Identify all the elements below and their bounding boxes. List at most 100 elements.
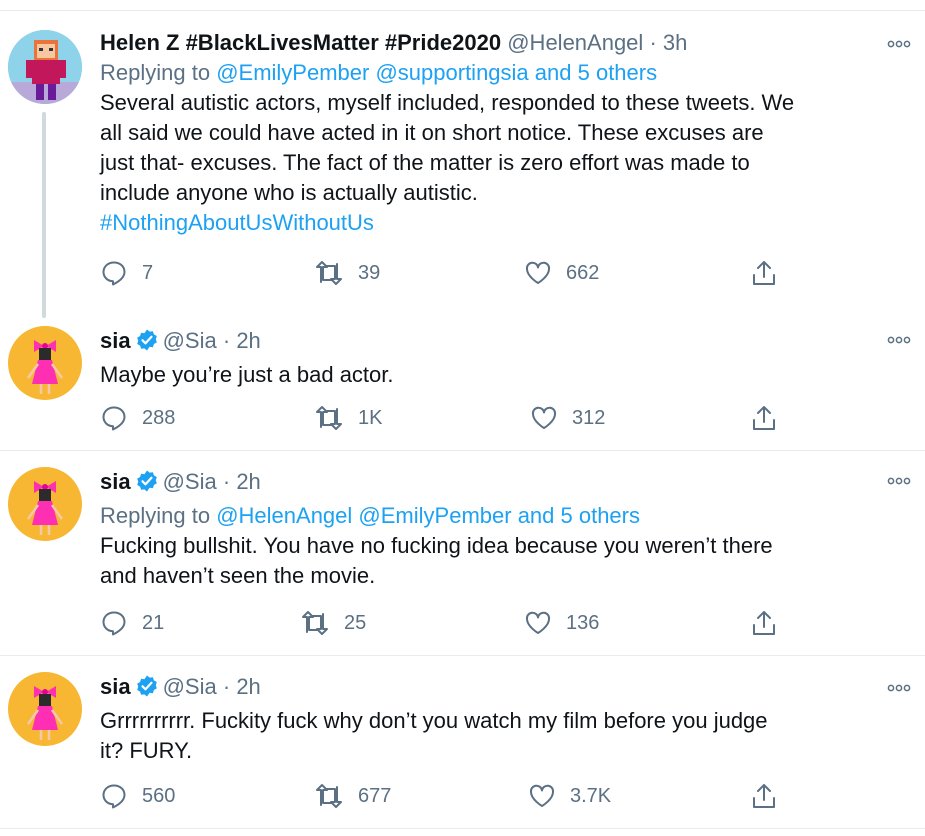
tweet-text-line: include anyone who is actually autistic. [100, 180, 478, 205]
tweet-divider [0, 828, 925, 829]
retweet-count: 39 [358, 261, 381, 284]
share-button[interactable] [750, 403, 778, 433]
like-button[interactable]: 3.7K [528, 781, 611, 811]
retweet-count: 1K [358, 406, 383, 429]
timestamp[interactable]: 3h [663, 30, 687, 55]
retweet-button[interactable]: 677 [314, 781, 391, 811]
retweet-icon [316, 261, 342, 285]
retweet-button[interactable]: 25 [300, 608, 366, 638]
share-button[interactable] [750, 608, 778, 638]
tweet-actions: 21 25 136 [100, 608, 800, 638]
heart-icon [529, 784, 555, 807]
tweet-header: Helen Z #BlackLivesMatter #Pride2020 @He… [100, 28, 915, 58]
timestamp[interactable]: 2h [236, 674, 260, 699]
reply-icon [102, 406, 126, 431]
reply-count: 7 [142, 261, 154, 284]
display-name[interactable]: Helen Z #BlackLivesMatter #Pride2020 [100, 30, 501, 55]
like-count: 136 [566, 611, 600, 634]
tweet-text-line: Fucking bullshit. You have no fucking id… [100, 533, 773, 558]
avatar-helen[interactable] [8, 30, 82, 104]
like-button[interactable]: 312 [530, 403, 605, 433]
others-link[interactable]: and 5 others [518, 503, 640, 528]
tweet-sia-3[interactable]: sia @Sia · 2h Grrrrrrrrrr. Fuckity fuck w… [0, 656, 925, 828]
retweet-icon [316, 784, 342, 808]
tweet-text: Fucking bullshit. You have no fucking id… [100, 531, 915, 591]
share-icon [753, 611, 775, 635]
display-name[interactable]: sia [100, 674, 131, 699]
tweet-text-line: just that- excuses. The fact of the matt… [100, 150, 750, 175]
avatar-sia[interactable] [8, 326, 82, 400]
handle[interactable]: @Sia [163, 469, 217, 494]
tweet-text-line: all said we could have acted in it on sh… [100, 120, 764, 145]
display-name[interactable]: sia [100, 469, 131, 494]
reply-button[interactable]: 21 [100, 608, 164, 638]
verified-badge-icon [136, 329, 157, 351]
separator-dot: · [222, 328, 231, 353]
verified-badge-icon [136, 675, 157, 697]
pixel-character-avatar-icon [8, 30, 82, 104]
thread-connector-line [42, 112, 46, 318]
like-button[interactable]: 662 [524, 258, 599, 288]
tweet-text-line: Several autistic actors, myself included… [100, 90, 795, 115]
reply-button[interactable]: 7 [100, 258, 153, 288]
handle[interactable]: @HelenAngel [507, 30, 643, 55]
handle[interactable]: @Sia [163, 328, 217, 353]
tweet-sia-2[interactable]: sia @Sia · 2h Replying to @HelenAngel @Em… [0, 451, 925, 654]
share-button[interactable] [750, 781, 778, 811]
tweet-text: Maybe you’re just a bad actor. [100, 360, 915, 390]
more-options-icon[interactable] [887, 682, 911, 694]
tweet-header: sia @Sia · 2h [100, 672, 915, 702]
verified-badge-icon [136, 470, 157, 492]
mention-link[interactable]: @EmilyPember [216, 60, 369, 85]
heart-icon [525, 611, 551, 634]
tweet-text-line: Grrrrrrrrrr. Fuckity fuck why don’t you … [100, 708, 768, 733]
avatar-sia[interactable] [8, 672, 82, 746]
mention-link[interactable]: @supportingsia [375, 60, 528, 85]
reply-count: 21 [142, 611, 165, 634]
reply-icon [102, 261, 126, 286]
tweet-text-line: Maybe you’re just a bad actor. [100, 362, 394, 387]
reply-count: 560 [142, 784, 176, 807]
more-options-icon[interactable] [887, 475, 911, 487]
retweet-button[interactable]: 39 [314, 258, 380, 288]
mention-link[interactable]: @HelenAngel [216, 503, 352, 528]
retweet-count: 677 [358, 784, 392, 807]
reply-count: 288 [142, 406, 176, 429]
retweet-icon [316, 406, 342, 430]
retweet-count: 25 [344, 611, 367, 634]
more-options-icon[interactable] [887, 334, 911, 346]
separator-dot: · [222, 674, 231, 699]
handle[interactable]: @Sia [163, 674, 217, 699]
tweet-text: Grrrrrrrrrr. Fuckity fuck why don’t you … [100, 706, 915, 766]
replying-to: Replying to @EmilyPember @supportingsia … [100, 58, 915, 88]
reply-button[interactable]: 288 [100, 403, 175, 433]
like-button[interactable]: 136 [524, 608, 599, 638]
tweet-header: sia @Sia · 2h [100, 467, 915, 497]
share-icon [753, 406, 775, 430]
hashtag-link[interactable]: #NothingAboutUsWithoutUs [100, 208, 915, 238]
tweet-actions: 288 1K 312 [100, 403, 800, 433]
heart-icon [531, 406, 557, 429]
replying-prefix: Replying to [100, 503, 211, 528]
retweet-icon [302, 611, 328, 635]
like-count: 662 [566, 261, 600, 284]
others-link[interactable]: and 5 others [535, 60, 657, 85]
retweet-button[interactable]: 1K [314, 403, 382, 433]
avatar-sia[interactable] [8, 467, 82, 541]
mention-link[interactable]: @EmilyPember [358, 503, 511, 528]
share-icon [753, 784, 775, 808]
tweet-helen[interactable]: Helen Z #BlackLivesMatter #Pride2020 @He… [0, 0, 925, 318]
heart-icon [525, 261, 551, 284]
more-options-icon[interactable] [887, 38, 911, 50]
tweet-text: Several autistic actors, myself included… [100, 88, 915, 238]
share-button[interactable] [750, 258, 778, 288]
timestamp[interactable]: 2h [236, 328, 260, 353]
tweet-sia-1[interactable]: sia @Sia · 2h Maybe you’re just a bad act… [0, 310, 925, 450]
timestamp[interactable]: 2h [236, 469, 260, 494]
tweet-text-line: and haven’t seen the movie. [100, 563, 376, 588]
like-count: 3.7K [570, 784, 612, 807]
reply-button[interactable]: 560 [100, 781, 175, 811]
display-name[interactable]: sia [100, 328, 131, 353]
tweet-actions: 560 677 3.7K [100, 781, 800, 811]
like-count: 312 [572, 406, 606, 429]
